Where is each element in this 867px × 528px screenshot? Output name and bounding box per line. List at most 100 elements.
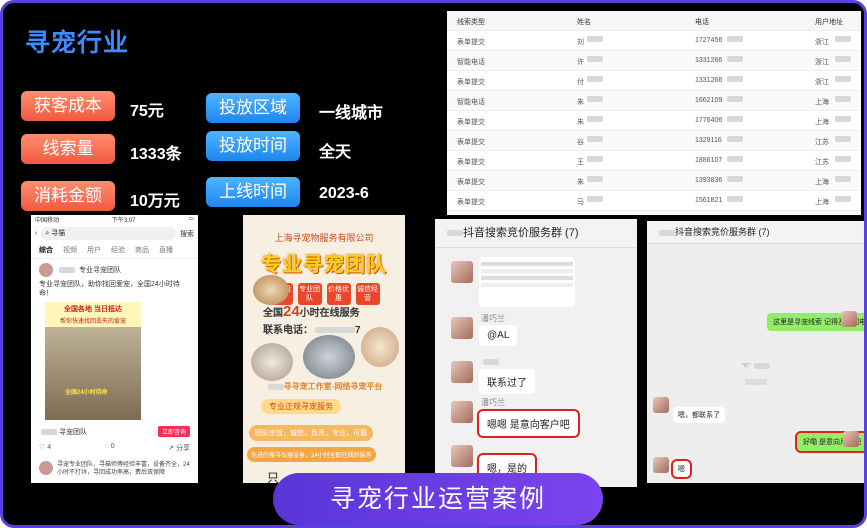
account-row: 专业寻宠团队: [39, 263, 190, 277]
table-row: 表单提交 朱 1393836 上海: [447, 171, 861, 191]
result-card-2[interactable]: 寻宠专业团队，寻猫师傅经验丰富，设备齐全，24小时不打烊，寻回成功率高，费后双保…: [39, 461, 190, 477]
blurred-value: [727, 96, 743, 102]
chat-screenshot-2: 抖音搜索竞价服务群 (7) 这里是寻宠线索 记得及时回电跟进 "K" 嗯，都联系…: [647, 221, 864, 483]
blurred-value: [835, 96, 851, 102]
poster-badge: 诚信经营: [355, 283, 380, 305]
avatar: [653, 457, 669, 473]
blurred-name: [483, 358, 499, 365]
blurred-text: [745, 379, 767, 385]
tab-1[interactable]: 视频: [63, 245, 77, 255]
avatar: [841, 311, 857, 327]
metric-value-leads: 1333条: [130, 146, 182, 163]
cell-name: 朱: [577, 179, 584, 186]
metric-value-spend: 10万元: [130, 193, 180, 210]
blurred-value: [835, 156, 851, 162]
cell-name: 付: [577, 79, 584, 86]
phone-label: 联系电话：: [263, 325, 313, 336]
col-name: 姓名: [577, 19, 591, 26]
system-text: "K": [742, 363, 751, 370]
thumb-caption: 全国24小时待命: [65, 390, 108, 396]
tab-3[interactable]: 经验: [111, 245, 125, 255]
result-footer: 寻宠团队 立即咨询: [39, 426, 190, 437]
table-header: 线索类型 姓名 电话 用户地址: [447, 11, 861, 31]
cell-address: 上海: [815, 99, 829, 106]
col-address: 用户地址: [815, 19, 843, 26]
blurred-value: [727, 156, 743, 162]
cell-address: 江苏: [815, 159, 829, 166]
result-thumbnail[interactable]: 全国各地 当日抵达 帮你快速找回丢失的爱宠 全国24小时待命: [45, 302, 141, 420]
cell-type: 智能电话: [457, 99, 485, 106]
case-card: 寻宠行业 获客成本 75元 线索量 1333条 消耗金额 10万元 投放区域 一…: [0, 0, 867, 528]
avatar: [39, 461, 53, 475]
metric-label-cost: 获客成本: [21, 91, 115, 121]
result-intro: 专业寻宠团队，助你找回爱宠，全国24小时待命！: [39, 281, 180, 297]
blurred-value: [587, 116, 603, 122]
case-banner: 寻宠行业运营案例: [273, 473, 603, 525]
like-button[interactable]: ♡ 4: [39, 443, 51, 453]
search-query: 寻猫: [51, 230, 66, 237]
cell-type: 表单提交: [457, 79, 485, 86]
cell-address: 江苏: [815, 139, 829, 146]
blurred-value: [727, 56, 743, 62]
ad-poster-screenshot: 上海寻宠物服务有限公司 专业寻宠团队 专业设备专业团队价格优惠诚信经营 全国24…: [243, 215, 405, 483]
search-input[interactable]: ⌕ 寻猫: [41, 227, 176, 240]
sender-name: 潘巧兰: [481, 314, 505, 323]
table-row: 智能电话 朱 1662109 上海: [447, 91, 861, 111]
poster-tagline: 团队宗旨，诚信，负责，专业，可靠: [249, 425, 373, 441]
poster-phone: 联系电话： 7: [263, 321, 361, 336]
tab-2[interactable]: 用户: [87, 245, 101, 255]
page-title: 寻宠行业: [25, 29, 130, 57]
metric-label-leads: 线索量: [21, 134, 115, 164]
chat-message-highlighted: 嗯嗯 是意向客户吧: [477, 409, 580, 438]
search-results-screenshot: 中国移动 下午3:07 ▭ ‹ ⌕ 寻猫 搜索 综合 视频 用户 经验 商品 直播 专业寻…: [31, 215, 198, 483]
image-message[interactable]: [479, 257, 575, 307]
avatar: [451, 317, 473, 339]
thumb-line-1: 全国各地 当日抵达: [45, 302, 141, 316]
tab-0[interactable]: 综合: [39, 245, 53, 255]
back-icon[interactable]: ‹: [35, 230, 37, 237]
cell-name: 王: [577, 159, 584, 166]
tab-4[interactable]: 商品: [135, 245, 149, 255]
cell-address: 上海: [815, 179, 829, 186]
chat-message: @AL: [479, 325, 518, 346]
account-name: 专业寻宠团队: [79, 267, 121, 274]
table-body: 表单提交刘 1727456 浙江 智能电话许 1331266 浙江 表单提交付 1331266…: [447, 31, 861, 215]
avatar: [653, 397, 669, 413]
poster-badge: 价格优惠: [326, 283, 351, 305]
share-icon: ↗: [168, 445, 175, 452]
blurred-value: [727, 136, 743, 142]
online-num: 24: [283, 303, 300, 320]
blurred-value: [587, 36, 603, 42]
col-type: 线索类型: [457, 19, 485, 26]
cell-type: 表单提交: [457, 39, 485, 46]
blurred-value: [727, 116, 743, 122]
table-row: 表单提交 朱 1776406 上海: [447, 111, 861, 131]
blurred-name: [267, 383, 284, 390]
cell-phone: 1561821: [695, 197, 723, 204]
table-row: 表单提交 付 1331266 浙江: [447, 71, 861, 91]
cat-image: [361, 327, 399, 367]
metric-label-spend: 消耗金额: [21, 181, 115, 211]
cell-name: 许: [577, 59, 584, 66]
carrier-text: 中国移动: [35, 218, 60, 224]
blurred-value: [727, 76, 743, 82]
result-card[interactable]: 专业寻宠团队 专业寻宠团队，助你找回爱宠，全国24小时待命！ 全国各地 当日抵达…: [31, 259, 198, 481]
cat-image: [253, 275, 289, 305]
phone-tail: 7: [355, 325, 361, 336]
poster-headline: 专业寻宠团队: [261, 254, 387, 276]
chat-header: 抖音搜索竞价服务群 (7): [647, 221, 864, 244]
share-button[interactable]: ↗ 分享: [168, 443, 190, 453]
share-label: 分享: [176, 445, 190, 452]
comment-count: 0: [110, 443, 115, 450]
blurred-value: [835, 136, 851, 142]
consult-button[interactable]: 立即咨询: [157, 426, 190, 437]
blurred-value: [727, 36, 743, 42]
result-desc-2: 寻宠专业团队，寻猫师傅经验丰富，设备齐全，24小时不打烊，寻回成功率高，费后双保…: [57, 462, 190, 476]
comment-button[interactable]: ◌ 0: [105, 443, 115, 453]
chat-message-highlighted: 嗯: [671, 459, 692, 479]
sender-name: 潘巧兰: [481, 398, 505, 407]
search-button[interactable]: 搜索: [180, 229, 194, 239]
tab-5[interactable]: 直播: [159, 245, 173, 255]
chat-screenshot-1: 抖音搜索竞价服务群 (7) 潘巧兰 @AL 联系过了 潘巧兰 嗯嗯 是意向客户吧…: [435, 219, 637, 487]
poster-company: 上海寻宠物服务有限公司: [274, 233, 374, 243]
